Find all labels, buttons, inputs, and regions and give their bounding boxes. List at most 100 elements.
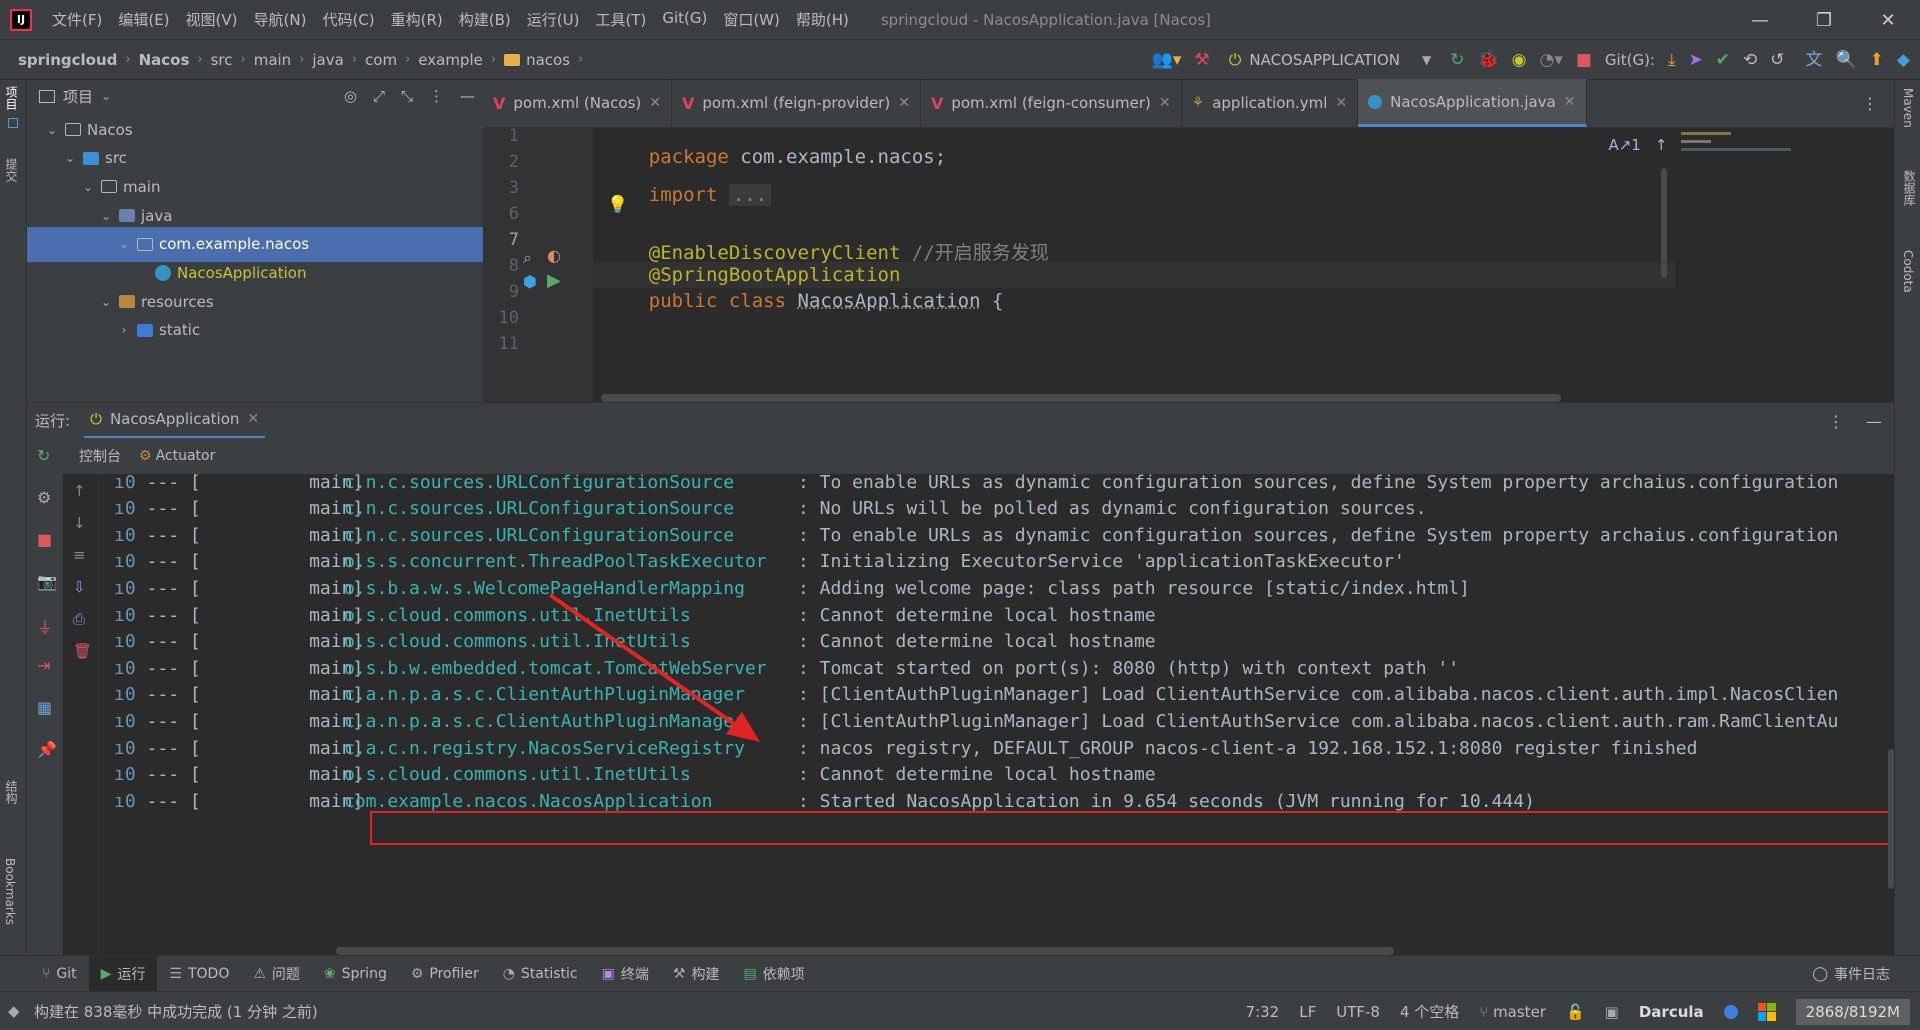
bottom-tab-9[interactable]: ▤ 依赖项 [731,956,816,992]
lock-icon[interactable]: 🔓 [1566,1003,1585,1021]
bottom-tab-6[interactable]: ◔ Statistic [491,956,590,992]
menu-item-1[interactable]: 编辑(E) [110,9,177,30]
editor-tab-4[interactable]: NacosApplication.java ✕ [1358,79,1587,127]
file-encoding[interactable]: UTF-8 [1336,1003,1380,1021]
tab-console[interactable]: 控制台 [79,446,121,466]
menu-item-8[interactable]: 工具(T) [587,9,654,30]
terminal-icon[interactable]: ▣ [1605,1003,1619,1021]
menu-item-10[interactable]: 窗口(W) [715,9,788,30]
collapse-all-icon[interactable]: ⤡ [401,87,413,105]
bottom-tab-7[interactable]: ▣ 终端 [590,956,661,992]
close-tab-icon[interactable]: ✕ [1564,94,1576,110]
menu-item-3[interactable]: 导航(N) [246,9,315,30]
locate-icon[interactable]: ◎ [344,87,357,105]
chevron-down-icon[interactable]: ⌄ [81,180,95,194]
breadcrumb-item-3[interactable]: main [254,51,291,69]
hide-icon[interactable]: — [1866,412,1882,431]
menu-item-6[interactable]: 构建(B) [451,9,519,30]
close-tab-icon[interactable]: ✕ [1159,95,1171,111]
restore-button[interactable]: ❐ [1792,0,1856,40]
soft-wrap-icon[interactable]: ≡ [73,546,86,564]
line-separator[interactable]: LF [1299,1003,1316,1021]
editor-tab-1[interactable]: Vpom.xml (feign-provider) ✕ [672,79,921,127]
menu-item-11[interactable]: 帮助(H) [788,9,857,30]
exit-icon[interactable]: ⇥ [37,656,50,675]
bottom-tab-3[interactable]: ⚠ 问题 [241,956,312,992]
translate-icon[interactable]: 文 [1806,51,1823,69]
rerun-icon[interactable]: ↻ [1450,51,1464,69]
folded-imports[interactable]: ... [728,184,772,206]
menu-item-2[interactable]: 视图(V) [178,9,246,30]
commit-tool-label[interactable]: 提交 [3,158,20,182]
expand-all-icon[interactable]: ⤢ [373,87,385,105]
console-horizontal-scrollbar[interactable] [336,947,1394,955]
editor-tab-2[interactable]: Vpom.xml (feign-consumer) ✕ [921,79,1182,127]
hammer-icon[interactable]: ⚒ [1194,51,1209,69]
bean-icon[interactable]: ◐ [547,246,561,265]
users-icon[interactable]: 👥▾ [1152,51,1182,69]
chevron-down-icon[interactable]: ⌄ [117,237,131,251]
code-editor[interactable]: ⌕ ◐ ⬢ ▶ 1 2 3 6 7 8 9 10 11 package com.example.… [483,128,1894,402]
console-output[interactable]: ı0 --- [ main] c.n.c.sources.URLConfigur… [100,474,1894,955]
status-message[interactable]: 构建在 838毫秒 中成功完成 (1 分钟 之前) [34,1001,318,1022]
chevron-down-icon[interactable]: ⌄ [63,151,77,165]
bottom-tab-2[interactable]: ☰ TODO [157,956,241,992]
hide-icon[interactable]: — [460,87,475,105]
options-icon[interactable]: ⋮ [429,87,444,105]
bottom-tab-8[interactable]: ⚒ 构建 [661,956,732,992]
breadcrumb-item-6[interactable]: example [418,51,483,69]
event-log-tab[interactable]: ◯ 事件日志 [1812,956,1890,992]
git-push-icon[interactable]: ➤ [1689,51,1703,69]
breadcrumb-item-1[interactable]: Nacos [139,51,190,69]
tab-actuator[interactable]: ⚙ Actuator [139,448,215,464]
spring-bean-icon[interactable]: ⬢ [523,272,537,291]
breadcrumb-item-4[interactable]: java [312,51,343,69]
coverage-icon[interactable]: ◉ [1512,51,1527,69]
pin-icon[interactable]: 📌 [37,740,57,759]
stop-icon[interactable]: ■ [1576,51,1592,69]
project-panel-title[interactable]: 项目 [63,86,93,107]
database-tool-label[interactable]: 数据库 [1901,170,1918,206]
editor-vertical-scrollbar[interactable] [1661,168,1667,278]
search-icon[interactable]: 🔍 [1836,51,1857,69]
clear-all-icon[interactable]: 🗑 [73,642,92,660]
chevron-right-icon[interactable]: › [117,323,131,337]
settings-icon[interactable]: ⚙ [37,488,51,507]
breadcrumb-item-5[interactable]: com [365,51,397,69]
print-icon[interactable]: ⎙ [73,610,85,628]
plug-icon[interactable]: ⏚ [37,614,53,638]
search-usages-icon[interactable]: ⌕ [523,248,532,268]
down-arrow-icon[interactable]: ↓ [73,514,86,532]
tree-item-static[interactable]: › static [27,313,483,348]
close-tab-icon[interactable]: ✕ [898,95,910,111]
minimize-button[interactable]: — [1728,0,1792,40]
bottom-tab-0[interactable]: ⑂ Git [30,956,89,992]
maven-tool-label[interactable]: Maven [1901,88,1915,128]
update-icon[interactable]: ⬆ [1870,51,1884,69]
rollback-icon[interactable]: ↺ [1770,51,1784,69]
chevron-down-icon[interactable]: ⌄ [45,123,59,137]
menu-item-5[interactable]: 重构(R) [383,9,451,30]
editor-tab-3[interactable]: ⚘ application.yml ✕ [1182,79,1359,127]
breadcrumb-item-0[interactable]: springcloud [18,51,117,69]
menu-item-7[interactable]: 运行(U) [519,9,588,30]
menu-item-4[interactable]: 代码(C) [314,9,382,30]
bottom-tab-4[interactable]: ❀ Spring [312,956,399,992]
chevron-down-icon[interactable]: ⌄ [101,89,111,103]
menu-item-9[interactable]: Git(G) [654,9,715,30]
profile-icon[interactable]: ◔▾ [1539,51,1562,69]
editor-horizontal-scrollbar[interactable] [601,394,1561,402]
close-tab-icon[interactable]: ✕ [247,411,259,427]
run-tab-nacos-application[interactable]: ⏻ NacosApplication ✕ [84,403,266,439]
previous-highlight-icon[interactable]: ↑ [1655,136,1668,154]
memory-indicator[interactable]: 2868/8192M [1795,998,1910,1025]
close-tab-icon[interactable]: ✕ [649,95,661,111]
breadcrumb-item-7[interactable]: nacos [504,51,570,69]
caret-position[interactable]: 7:32 [1246,1003,1280,1021]
jetbrains-toolbox-icon[interactable]: ◆ [1897,51,1910,69]
codota-tool-label[interactable]: Codota [1901,250,1915,293]
layout-icon[interactable]: ▦ [37,698,52,717]
run-config-selector[interactable]: ⏻ NACOSAPPLICATION ▼ [1223,50,1438,70]
tab-options-icon[interactable]: ⋮ [1862,94,1878,113]
git-commit-icon[interactable]: ✔ [1716,51,1730,69]
